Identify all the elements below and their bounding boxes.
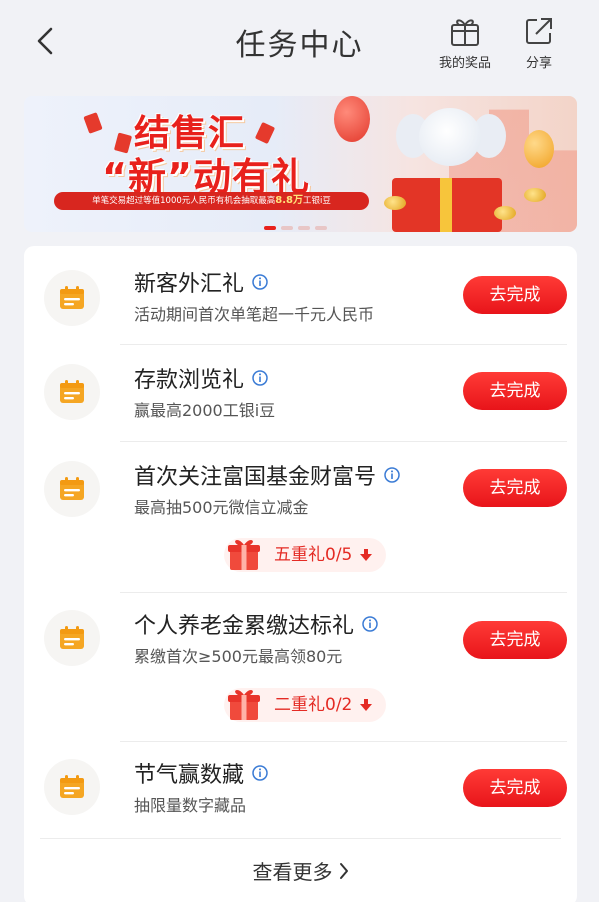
red-envelope-icon [83, 112, 103, 134]
info-icon[interactable] [384, 467, 400, 483]
go-complete-button[interactable]: 去完成 [463, 276, 567, 314]
my-prizes-button[interactable]: 我的奖品 [430, 14, 500, 71]
chevron-right-icon [339, 862, 349, 880]
divider [40, 838, 561, 839]
pager-dot[interactable] [281, 226, 293, 230]
info-icon[interactable] [252, 274, 268, 290]
share-button[interactable]: 分享 [504, 14, 574, 71]
gold-balloon-icon [524, 130, 554, 168]
arrow-down-icon [360, 548, 373, 562]
red-balloon-icon [334, 96, 370, 142]
go-complete-button[interactable]: 去完成 [463, 621, 567, 659]
gold-ingot-icon [524, 188, 546, 202]
top-nav-bar: 任务中心 我的奖品 分享 [0, 0, 599, 82]
gift-icon [451, 19, 479, 46]
calendar-icon [60, 626, 84, 649]
reward-progress-text: 五重礼0/5 [274, 545, 353, 565]
task-icon-wrap [44, 461, 100, 517]
task-name: 节气赢数藏 [134, 757, 268, 789]
reward-progress-toggle[interactable]: 五重礼0/5 [224, 538, 387, 572]
task-description: 抽限量数字藏品 [134, 796, 247, 815]
calendar-icon [60, 286, 84, 309]
share-icon [526, 18, 552, 44]
calendar-icon [60, 775, 84, 798]
gift-ribbon [440, 178, 452, 232]
promo-banner[interactable]: 结售汇 “新”动有礼 单笔交易超过等值1000元人民币有机会抽取最高8.8万工银… [24, 96, 577, 232]
go-complete-button[interactable]: 去完成 [463, 769, 567, 807]
gift-box-icon [226, 686, 262, 734]
pager-dot[interactable] [264, 226, 276, 230]
task-name: 存款浏览礼 [134, 362, 268, 394]
info-icon[interactable] [252, 370, 268, 386]
task-description: 活动期间首次单笔超一千元人民币 [134, 305, 375, 324]
red-envelope-icon [254, 121, 276, 145]
my-prizes-label: 我的奖品 [438, 56, 491, 71]
task-name: 个人养老金累缴达标礼 [134, 608, 378, 640]
task-description: 赢最高2000工银i豆 [134, 401, 276, 420]
gift-box-icon [226, 536, 262, 584]
pager-dot[interactable] [315, 226, 327, 230]
task-icon-wrap [44, 270, 100, 326]
task-icon-wrap [44, 610, 100, 666]
arrow-down-icon [360, 698, 373, 712]
task-icon-wrap [44, 364, 100, 420]
go-complete-button[interactable]: 去完成 [463, 372, 567, 410]
go-complete-button[interactable]: 去完成 [463, 469, 567, 507]
calendar-icon [60, 380, 84, 403]
view-more-link[interactable]: 查看更多 [24, 856, 577, 885]
pager-dot[interactable] [298, 226, 310, 230]
task-icon-wrap [44, 759, 100, 815]
gold-ingot-icon [384, 196, 406, 210]
reward-progress-text: 二重礼0/2 [274, 695, 353, 715]
calendar-icon [60, 477, 84, 500]
task-list-card: 新客外汇礼 活动期间首次单笔超一千元人民币 去完成 存款浏览礼 赢最高2000工… [24, 246, 577, 902]
info-icon[interactable] [362, 616, 378, 632]
task-description: 累缴首次≥500元最高领80元 [134, 647, 343, 666]
share-label: 分享 [525, 56, 552, 71]
gold-ingot-icon [494, 206, 516, 220]
task-name: 首次关注富国基金财富号 [134, 459, 400, 491]
task-name: 新客外汇礼 [134, 266, 268, 298]
reward-progress-toggle[interactable]: 二重礼0/2 [224, 688, 387, 722]
divider [120, 441, 567, 442]
task-description: 最高抽500元微信立减金 [134, 498, 309, 517]
info-icon[interactable] [252, 765, 268, 781]
banner-pager [264, 226, 327, 230]
elephant-mascot-icon [419, 108, 481, 166]
divider [120, 592, 567, 593]
divider [120, 741, 567, 742]
divider [120, 344, 567, 345]
view-more-label: 查看更多 [252, 860, 333, 884]
banner-subtitle: 单笔交易超过等值1000元人民币有机会抽取最高8.8万工银i豆 [54, 192, 369, 210]
